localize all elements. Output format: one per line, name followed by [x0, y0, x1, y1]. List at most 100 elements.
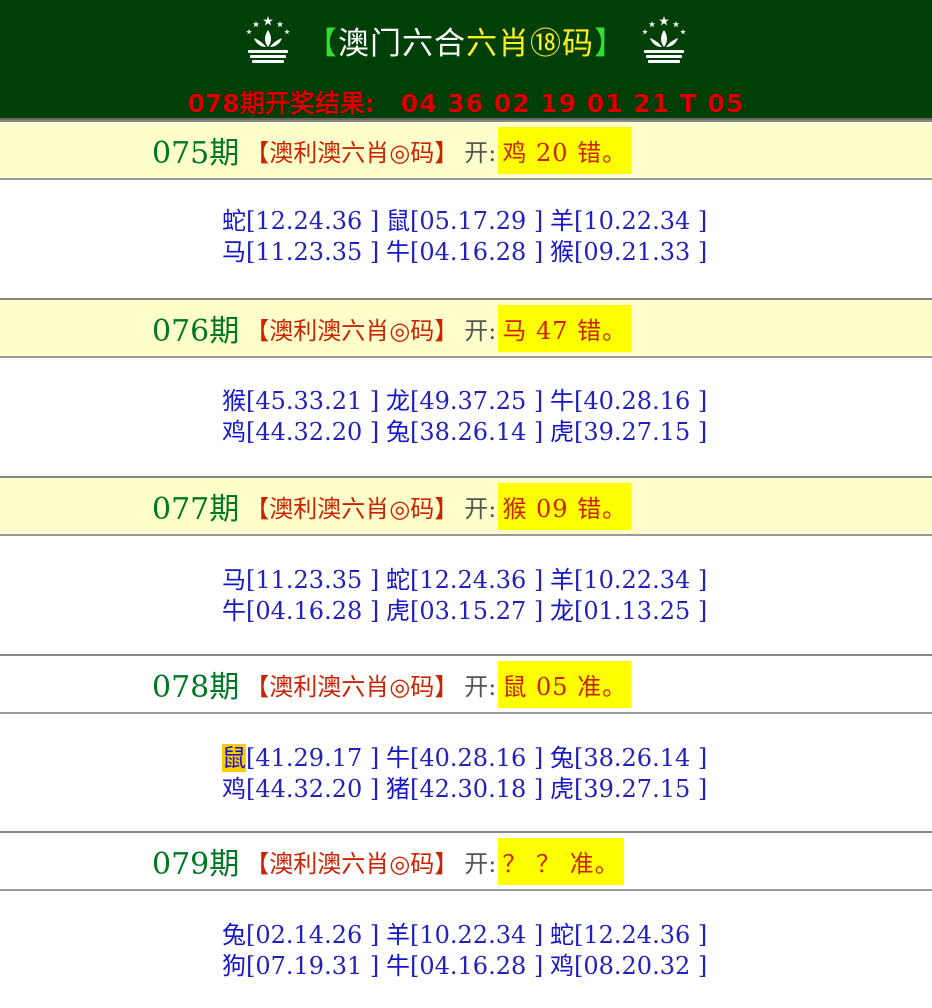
zodiac: 狗 [222, 952, 246, 980]
issue-label: 【澳利澳六肖◎码】 [245, 849, 459, 878]
prediction-cell: 蛇[12.24.36 ] [386, 565, 543, 596]
open-label: 开: [464, 494, 497, 523]
prediction-cell: 猴[09.21.33 ] [550, 237, 707, 268]
prediction-row: 兔[02.14.26 ] 羊[10.22.34 ] 蛇[12.24.36 ] [0, 920, 932, 951]
zodiac: 猴 [550, 238, 574, 266]
issue-header: 076期 【澳利澳六肖◎码】 开: 马 47 错。 [0, 298, 932, 358]
prediction-cell: 鸡[08.20.32 ] [550, 951, 707, 982]
prediction-cell: 鼠[05.17.29 ] [386, 206, 543, 237]
draw-result: 078期开奖结果: 04 36 02 19 01 21 T 05 [0, 84, 932, 118]
zodiac-numbers: [04.16.28 ] [410, 238, 544, 266]
zodiac-numbers: [38.26.14 ] [410, 418, 544, 446]
prediction-cell: 羊[10.22.34 ] [386, 920, 543, 951]
prediction-cell: 牛[40.28.16 ] [386, 743, 543, 774]
zodiac: 马 [222, 566, 246, 594]
prediction-row: 牛[04.16.28 ] 虎[03.15.27 ] 龙[01.13.25 ] [0, 596, 932, 627]
page: 【澳门六合六肖⑱码】 078期开奖结果: 04 36 02 19 01 21 T… [0, 0, 932, 1008]
open-label: 开: [464, 672, 497, 701]
zodiac-numbers: [02.14.26 ] [246, 921, 380, 949]
zodiac: 牛 [386, 744, 410, 772]
zodiac: 猪 [386, 775, 410, 803]
prediction-cell: 鸡[44.32.20 ] [222, 774, 379, 805]
draw-result-numbers: 04 36 02 19 01 21 T 05 [400, 89, 745, 118]
zodiac: 龙 [550, 597, 574, 625]
zodiac: 牛 [386, 952, 410, 980]
prediction-row: 鸡[44.32.20 ] 猪[42.30.18 ] 虎[39.27.15 ] [0, 774, 932, 805]
issue-result: 马 47 错。 [498, 304, 632, 352]
issue-result: 猴 09 错。 [498, 482, 632, 530]
prediction-cell: 兔[38.26.14 ] [550, 743, 707, 774]
title-highlight: 六肖⑱码 [466, 25, 594, 62]
zodiac: 虎 [550, 418, 574, 446]
issue-label: 【澳利澳六肖◎码】 [245, 672, 459, 701]
prediction-cell: 虎[39.27.15 ] [550, 774, 707, 805]
zodiac-numbers: [07.19.31 ] [246, 952, 380, 980]
zodiac-numbers: [42.30.18 ] [410, 775, 544, 803]
issue-header: 075期 【澳利澳六肖◎码】 开: 鸡 20 错。 [0, 120, 932, 180]
prediction-cell: 牛[04.16.28 ] [386, 237, 543, 268]
prediction-cell: 龙[49.37.25 ] [386, 386, 543, 417]
prediction-row: 鸡[44.32.20 ] 兔[38.26.14 ] 虎[39.27.15 ] [0, 417, 932, 448]
prediction-cell: 马[11.23.35 ] [222, 565, 379, 596]
draw-result-label: 078期开奖结果: [187, 89, 375, 118]
open-label: 开: [464, 849, 497, 878]
zodiac: 羊 [386, 921, 410, 949]
prediction-cell: 羊[10.22.34 ] [550, 206, 707, 237]
issue-label: 【澳利澳六肖◎码】 [245, 316, 459, 345]
macau-lotus-emblem-icon [642, 16, 686, 63]
title-open-bracket: 【 [306, 25, 338, 62]
prediction-row: 马[11.23.35 ] 蛇[12.24.36 ] 羊[10.22.34 ] [0, 565, 932, 596]
zodiac: 鸡 [222, 775, 246, 803]
prediction-cell: 虎[39.27.15 ] [550, 417, 707, 448]
zodiac: 兔 [386, 418, 410, 446]
zodiac: 蛇 [550, 921, 574, 949]
zodiac-numbers: [10.22.34 ] [574, 566, 708, 594]
prediction-cell: 牛[04.16.28 ] [386, 951, 543, 982]
zodiac-numbers: [38.26.14 ] [574, 744, 708, 772]
prediction-cell: 鼠[41.29.17 ] [222, 743, 379, 774]
header-banner: 【澳门六合六肖⑱码】 078期开奖结果: 04 36 02 19 01 21 T… [0, 0, 932, 120]
zodiac: 牛 [550, 387, 574, 415]
title-row: 【澳门六合六肖⑱码】 [0, 8, 932, 72]
prediction-cell: 猴[45.33.21 ] [222, 386, 379, 417]
zodiac: 兔 [550, 744, 574, 772]
zodiac: 鼠 [386, 207, 410, 235]
prediction-cell: 牛[04.16.28 ] [222, 596, 379, 627]
zodiac: 兔 [222, 921, 246, 949]
prediction-cell: 虎[03.15.27 ] [386, 596, 543, 627]
zodiac: 鸡 [550, 952, 574, 980]
prediction-cell: 羊[10.22.34 ] [550, 565, 707, 596]
issue-number: 078期 [152, 670, 240, 705]
title-close-bracket: 】 [594, 25, 626, 62]
zodiac-numbers: [49.37.25 ] [410, 387, 544, 415]
issue-header: 078期 【澳利澳六肖◎码】 开: 鼠 05 准。 [0, 654, 932, 714]
macau-lotus-emblem-icon [246, 16, 290, 63]
issue-label: 【澳利澳六肖◎码】 [245, 138, 459, 167]
zodiac-numbers: [04.16.28 ] [410, 952, 544, 980]
zodiac: 羊 [550, 207, 574, 235]
zodiac-numbers: [40.28.16 ] [574, 387, 708, 415]
prediction-cell: 牛[40.28.16 ] [550, 386, 707, 417]
prediction-row: 猴[45.33.21 ] 龙[49.37.25 ] 牛[40.28.16 ] [0, 386, 932, 417]
prediction-row: 鼠[41.29.17 ] 牛[40.28.16 ] 兔[38.26.14 ] [0, 743, 932, 774]
prediction-row: 马[11.23.35 ] 牛[04.16.28 ] 猴[09.21.33 ] [0, 237, 932, 268]
issue-result: 鸡 20 错。 [498, 126, 632, 174]
prediction-cell: 龙[01.13.25 ] [550, 596, 707, 627]
zodiac-numbers: [03.15.27 ] [410, 597, 544, 625]
issue-number: 075期 [152, 136, 240, 171]
zodiac-numbers: [10.22.34 ] [410, 921, 544, 949]
zodiac: 马 [222, 238, 246, 266]
zodiac-numbers: [10.22.34 ] [574, 207, 708, 235]
zodiac: 牛 [386, 238, 410, 266]
issue-number: 076期 [152, 314, 240, 349]
page-title: 【澳门六合六肖⑱码】 [306, 18, 626, 63]
zodiac-numbers: [12.24.36 ] [246, 207, 380, 235]
zodiac-hit: 鼠 [222, 744, 246, 772]
zodiac: 虎 [550, 775, 574, 803]
zodiac-numbers: [45.33.21 ] [246, 387, 380, 415]
open-label: 开: [464, 316, 497, 345]
zodiac-numbers: [12.24.36 ] [410, 566, 544, 594]
prediction-row: 狗[07.19.31 ] 牛[04.16.28 ] 鸡[08.20.32 ] [0, 951, 932, 982]
zodiac-numbers: [11.23.35 ] [246, 238, 380, 266]
zodiac-numbers: [40.28.16 ] [410, 744, 544, 772]
